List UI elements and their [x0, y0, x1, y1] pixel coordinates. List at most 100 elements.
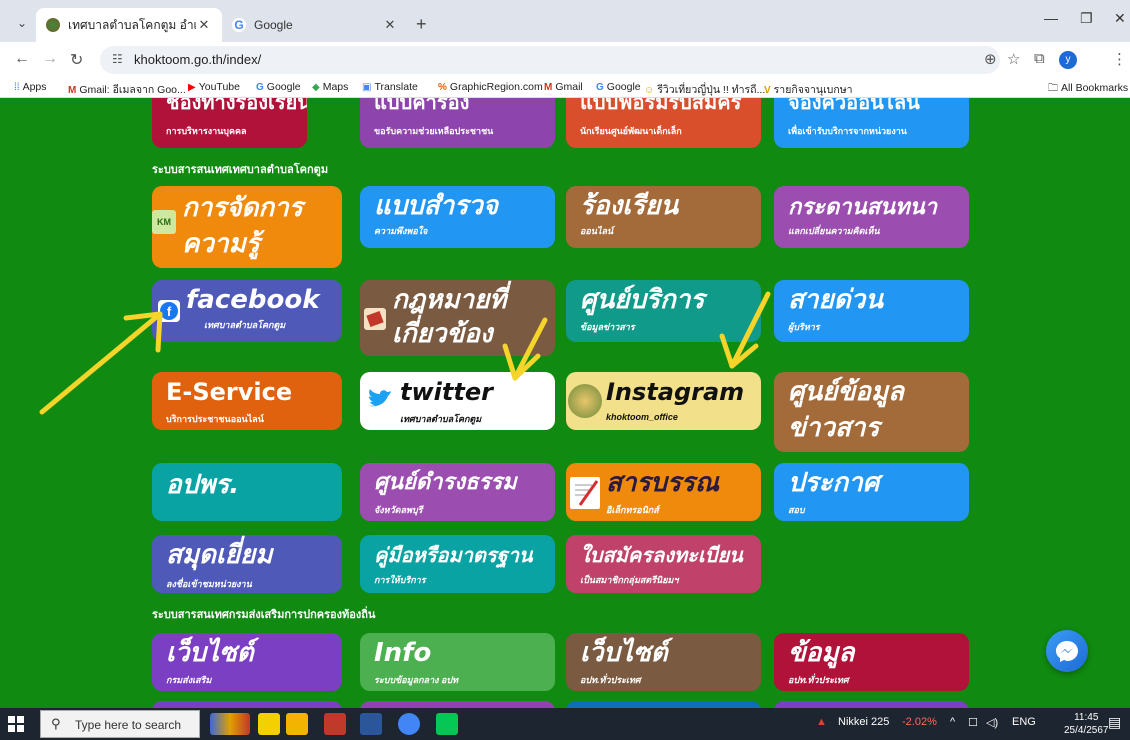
card-title: สารบรรณ: [606, 468, 719, 498]
card-survey[interactable]: แบบสำรวจ ความพึงพอใจ: [360, 186, 555, 248]
chrome-icon[interactable]: [398, 713, 420, 735]
bookmark-apps[interactable]: ⁞⁞ Apps: [14, 81, 47, 93]
site-info-icon[interactable]: ☷: [112, 52, 123, 66]
card-information-center[interactable]: ศูนย์ข้อมูล ข่าวสาร: [774, 372, 969, 452]
card-subtitle: กรมส่งเสริม: [166, 675, 212, 685]
bookmark-label: Apps: [22, 81, 47, 93]
card-hotline[interactable]: สายด่วน ผู้บริหาร: [774, 280, 969, 342]
all-bookmarks[interactable]: 🗀 All Bookmarks: [1048, 81, 1128, 98]
taskbar-search[interactable]: ⚲ Type here to search: [40, 710, 200, 738]
document-pencil-icon: [570, 477, 600, 509]
taskbar-clock[interactable]: 11:45 25/4/2567: [1064, 711, 1109, 737]
bookmark-youtube[interactable]: ▶ YouTube: [188, 81, 240, 93]
restore-icon[interactable]: ❐: [1080, 10, 1093, 27]
bookmark-google-2[interactable]: G Google: [596, 81, 641, 93]
card-title: ศูนย์ดำรงธรรม: [374, 470, 517, 495]
card-title: สมุดเยี่ยม: [166, 540, 273, 570]
gmail-icon: M: [68, 85, 77, 96]
card-related-laws[interactable]: กฎหมายที่ เกี่ยวข้อง: [360, 280, 555, 356]
bookmark-review[interactable]: ☺ รีวิวเที่ยวญี่ปุ่น !! ทำรถี....: [644, 81, 768, 98]
card-title-line2: ความรู้: [182, 229, 260, 259]
profile-avatar[interactable]: y: [1059, 51, 1077, 69]
card-lao-website[interactable]: เว็บไซต์ อปท.ทั่วประเทศ: [566, 633, 761, 691]
reload-icon[interactable]: ↻: [70, 50, 83, 70]
card-title: แบบคำร้อง: [374, 98, 470, 114]
minimize-icon[interactable]: —: [1044, 10, 1058, 26]
card-damrongdhama[interactable]: ศูนย์ดำรงธรรม จังหวัดลพบุรี: [360, 463, 555, 521]
file-explorer-icon[interactable]: [286, 713, 308, 735]
card-announcement[interactable]: ประกาศ สอบ: [774, 463, 969, 521]
card-info[interactable]: Info ระบบข้อมูลกลาง อปท: [360, 633, 555, 691]
tray-chevron-icon[interactable]: ^: [950, 716, 955, 728]
card-civil-defense[interactable]: อปพร.: [152, 463, 342, 521]
tab-khoktoom[interactable]: เทศบาลตำบลโคกตูม อำเภอเมืองลพบ ✕: [36, 8, 222, 42]
clock-date: 25/4/2567: [1064, 725, 1109, 736]
card-registration-form[interactable]: ใบสมัครลงทะเบียน เป็นสมาชิกกลุ่มสตรีนิยม…: [566, 535, 761, 593]
card-subtitle: khoktoom_office: [606, 412, 678, 422]
card-e-saraban[interactable]: สารบรรณ อิเล็กทรอนิกส์: [566, 463, 761, 521]
line-icon[interactable]: [436, 713, 458, 735]
tab-google[interactable]: G Google ✕: [222, 8, 408, 42]
messenger-chat-button[interactable]: [1046, 630, 1088, 672]
extensions-icon[interactable]: ⧉: [1034, 50, 1045, 67]
card-partial-2[interactable]: [360, 701, 555, 708]
card-title: เว็บไซต์: [580, 638, 668, 668]
card-instagram[interactable]: Instagram khoktoom_office: [566, 372, 761, 430]
card-application-form[interactable]: แบบฟอร์มรับสมัคร นักเรียนศูนย์พัฒนาเด็กเ…: [566, 98, 761, 148]
bookmark-gmail-2[interactable]: M Gmail: [544, 81, 583, 93]
windows-start-icon[interactable]: [8, 716, 24, 732]
card-guestbook[interactable]: สมุดเยี่ยม ลงชื่อเข้าชมหน่วยงาน: [152, 535, 342, 593]
address-bar[interactable]: ☷ khoktoom.go.th/index/: [100, 46, 1000, 74]
back-icon[interactable]: ←: [14, 50, 30, 68]
notification-icon[interactable]: ▤: [1108, 714, 1121, 731]
card-info-center[interactable]: ศูนย์บริการ ข้อมูลข่าวสาร: [566, 280, 761, 342]
bookmark-google-1[interactable]: G Google: [256, 81, 301, 93]
card-subtitle: อิเล็กทรอนิกส์: [606, 505, 659, 515]
new-tab-icon[interactable]: +: [416, 14, 427, 35]
language-indicator[interactable]: ENG: [1012, 716, 1036, 728]
card-subtitle: แลกเปลี่ยนความคิดเห็น: [788, 226, 880, 236]
bookmark-translate[interactable]: ▣ Translate: [362, 81, 418, 93]
speaker-icon[interactable]: ◁): [986, 716, 998, 729]
bookmark-gazette[interactable]: V รายกิจจานุเบกษา: [764, 81, 853, 98]
network-icon[interactable]: ☐: [968, 716, 978, 729]
close-tab-icon[interactable]: ✕: [196, 17, 212, 33]
browser-toolbar: ← → ↻ ☷ khoktoom.go.th/index/ ⊕ ☆ ⧉ y ⋮: [0, 42, 1130, 78]
card-complaint-online[interactable]: ร้องเรียน ออนไลน์: [566, 186, 761, 248]
bookmark-maps[interactable]: ◆ Maps: [312, 81, 348, 93]
card-facebook[interactable]: f facebook เทศบาลตำบลโคกตูม: [152, 280, 342, 342]
word-icon[interactable]: [360, 713, 382, 735]
widgets-icon[interactable]: [210, 713, 250, 735]
stock-name[interactable]: Nikkei 225: [838, 716, 889, 728]
card-complaint-channel[interactable]: ช่องทางร้องเรียน การบริหารงานบุคคล: [152, 98, 307, 148]
card-title: จองคิวออนไลน์: [788, 98, 920, 114]
card-service-manual[interactable]: คู่มือหรือมาตรฐาน การให้บริการ: [360, 535, 555, 593]
acrobat-icon[interactable]: [324, 713, 346, 735]
card-partial-3[interactable]: [566, 701, 761, 708]
card-online-queue[interactable]: จองคิวออนไลน์ เพื่อเข้ารับบริการจากหน่วย…: [774, 98, 969, 148]
card-partial-1[interactable]: [152, 701, 342, 708]
close-tab-icon[interactable]: ✕: [382, 17, 398, 33]
forward-icon[interactable]: →: [42, 50, 58, 68]
bookmark-star-icon[interactable]: ☆: [1007, 50, 1020, 68]
clock-time: 11:45: [1074, 712, 1099, 723]
card-knowledge-management[interactable]: KM การจัดการ ความรู้: [152, 186, 342, 268]
card-lao-data[interactable]: ข้อมูล อปท.ทั่วประเทศ: [774, 633, 969, 691]
close-window-icon[interactable]: ✕: [1114, 10, 1126, 27]
windows-taskbar: ⚲ Type here to search ▲ Nikkei 225 -2.02…: [0, 708, 1130, 740]
bookmark-gmail-1[interactable]: M Gmail: อีเมลจาก Goo...: [68, 81, 186, 98]
people-icon[interactable]: [258, 713, 280, 735]
card-twitter[interactable]: twitter เทศบาลตำบลโคกตูม: [360, 372, 555, 430]
bookmark-graphicregion[interactable]: % GraphicRegion.com: [438, 81, 543, 93]
card-partial-4[interactable]: [774, 701, 969, 708]
menu-icon[interactable]: ⋮: [1112, 50, 1127, 68]
bookmark-label: รีวิวเที่ยวญี่ปุ่น !! ทำรถี....: [657, 84, 769, 96]
tab-search-icon[interactable]: ⌄: [12, 13, 32, 33]
messenger-icon: [1056, 641, 1078, 662]
zoom-icon[interactable]: ⊕: [984, 50, 997, 68]
card-e-service[interactable]: E-Service บริการประชาชนออนไลน์: [152, 372, 342, 430]
card-webboard[interactable]: กระดานสนทนา แลกเปลี่ยนความคิดเห็น: [774, 186, 969, 248]
card-dla-website[interactable]: เว็บไซต์ กรมส่งเสริม: [152, 633, 342, 691]
card-request-form[interactable]: แบบคำร้อง ขอรับความช่วยเหลือประชาชน: [360, 98, 555, 148]
bookmark-label: Gmail: [555, 81, 583, 93]
